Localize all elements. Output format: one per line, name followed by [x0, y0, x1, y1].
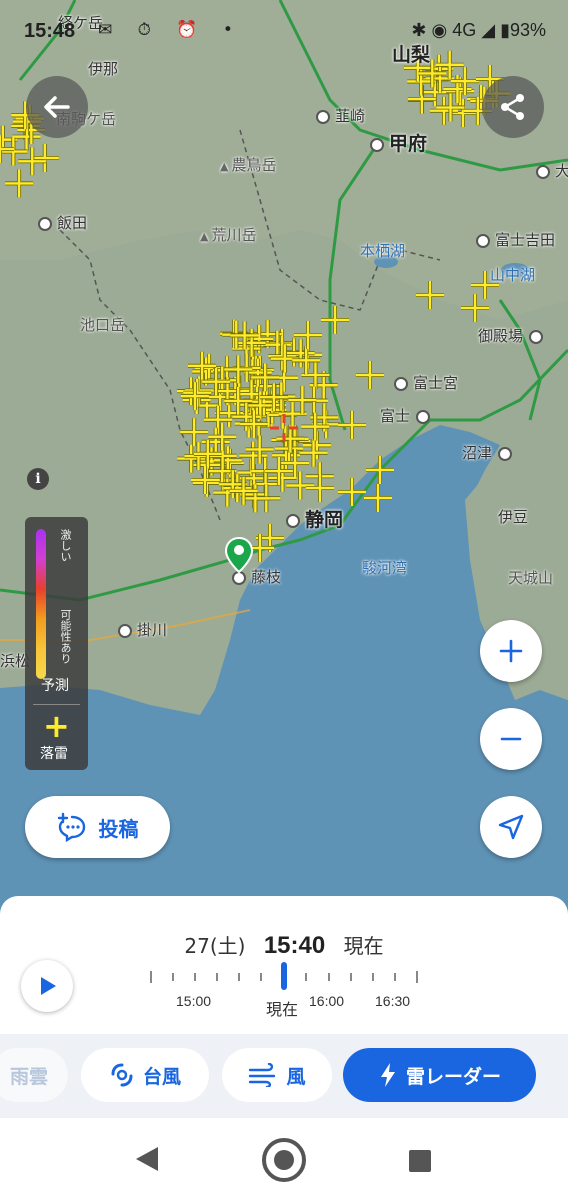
place-label-fujiyoshida: 富士吉田 — [476, 229, 555, 250]
lightning-strike-mark — [364, 484, 392, 512]
status-bar: 15:48 ✉ ⏱ ⏰ • ✱ ◉ 4G ◢ ▮93% — [0, 0, 568, 60]
timeline-time: 15:40 — [263, 932, 326, 959]
lightning-strike-mark — [338, 411, 366, 439]
info-icon[interactable]: i — [27, 468, 49, 490]
lightning-strike-mark — [338, 478, 366, 506]
place-label-numazu: 沼津 — [462, 442, 517, 463]
legend-strike-label: 落雷 — [40, 746, 68, 762]
timeline-cursor-label: 現在 — [266, 1000, 299, 1019]
tab-typhoon[interactable]: 台風 — [81, 1048, 209, 1102]
network-label: 4G — [452, 20, 477, 40]
play-icon — [41, 977, 56, 995]
strike-plus-icon: + — [43, 707, 70, 745]
typhoon-icon — [111, 1063, 133, 1087]
place-label-arakawa: ▲ 荒川岳 — [200, 226, 257, 244]
lightning-strike-mark — [366, 456, 394, 484]
status-icons: ✉ ⏱ ⏰ • — [98, 20, 243, 40]
navigation-arrow-icon — [498, 814, 524, 840]
legend-forecast-label: 予測 — [41, 678, 69, 694]
timeline-header: 27(土) 15:40 現在 — [0, 930, 568, 960]
map-legend: 激しい 可能性あり 予測 + 落雷 — [25, 517, 88, 770]
location-pin-icon[interactable] — [223, 536, 255, 576]
tick-label: 16:00 — [309, 993, 345, 1009]
place-label-iida: 飯田 — [38, 212, 87, 233]
tab-label: 台風 — [142, 1065, 181, 1088]
lightning-strike-mark — [294, 321, 322, 349]
share-button[interactable] — [482, 76, 544, 138]
lightning-icon — [380, 1063, 395, 1087]
lightning-strike-mark — [239, 441, 268, 470]
post-button-label: 投稿 — [98, 816, 139, 841]
status-right: ✱ ◉ 4G ◢ ▮93% — [411, 20, 546, 40]
tick-label: 16:30 — [375, 993, 411, 1009]
lightning-strike-mark — [321, 306, 349, 334]
place-label-fujinomiya: 富士宮 — [394, 372, 458, 393]
lightning-strike-mark — [416, 281, 444, 309]
layer-tabs: 雨雲 台風 風 雷レーダー — [0, 1034, 568, 1118]
comment-add-icon — [57, 812, 85, 842]
place-label-kakegawa: 掛川 — [118, 619, 167, 640]
battery-label: 93% — [509, 20, 546, 40]
zoom-out-button[interactable] — [480, 708, 542, 770]
intensity-color-bar — [36, 529, 46, 679]
lightning-strike-mark — [356, 361, 384, 389]
lightning-strike-mark — [208, 422, 237, 451]
timeline-day: 27(土) — [184, 934, 246, 958]
lightning-strike-mark — [268, 463, 297, 492]
lightning-strike-mark — [188, 351, 217, 380]
timeline-now-label: 現在 — [343, 934, 384, 958]
timeline-cursor[interactable] — [281, 962, 287, 990]
place-label: 伊豆 — [498, 508, 529, 526]
place-label-nirasaki: 韮崎 — [316, 105, 365, 126]
status-time: 15:48 — [24, 20, 76, 42]
zoom-in-button[interactable] — [480, 620, 542, 682]
post-button[interactable]: 投稿 — [25, 796, 170, 858]
current-location-button[interactable] — [480, 796, 542, 858]
place-label: 本栖湖 — [360, 242, 406, 260]
legend-divider — [33, 704, 80, 705]
place-label: 天城山 — [508, 569, 554, 587]
place-label: 山中湖 — [490, 266, 536, 284]
tab-wind[interactable]: 風 — [222, 1048, 332, 1102]
lightning-strike-mark — [30, 143, 59, 172]
place-label-kofu: 甲府 — [370, 129, 427, 156]
lightning-strike-mark — [177, 444, 206, 473]
nav-back-icon[interactable] — [136, 1147, 158, 1171]
place-label-fuji: 富士 — [380, 405, 435, 426]
share-icon — [501, 94, 524, 120]
place-label-partial: 大 — [536, 160, 568, 181]
tick-label: 15:00 — [176, 993, 212, 1009]
nav-recent-icon[interactable] — [409, 1150, 431, 1172]
legend-possible-label: 可能性あり — [59, 609, 72, 664]
arrow-left-icon — [44, 96, 70, 118]
back-button[interactable] — [26, 76, 88, 138]
place-label-shizuoka: 静岡 — [286, 505, 343, 532]
place-label: 駿河湾 — [362, 559, 408, 577]
place-label: 伊那 — [88, 60, 119, 78]
tab-label: 雨雲 — [9, 1065, 48, 1088]
wind-icon — [249, 1063, 276, 1087]
nav-home-icon[interactable] — [262, 1138, 306, 1182]
play-button[interactable] — [21, 960, 73, 1012]
place-label-gotemba: 御殿場 — [478, 325, 548, 346]
tab-lightning-radar[interactable]: 雷レーダー — [343, 1048, 536, 1102]
lightning-strike-mark — [5, 169, 34, 198]
place-label-noutori: ▲ 農鳥岳 — [220, 156, 277, 174]
place-label: 池口岳 — [80, 316, 126, 334]
plus-icon — [499, 639, 523, 663]
legend-intense-label: 激しい — [59, 529, 72, 562]
minus-icon — [500, 737, 522, 741]
tab-rain-cloud[interactable]: 雨雲 — [0, 1048, 68, 1102]
tab-label: 風 — [286, 1065, 306, 1088]
lightning-strike-mark — [448, 99, 477, 128]
tab-label: 雷レーダー — [405, 1065, 501, 1088]
